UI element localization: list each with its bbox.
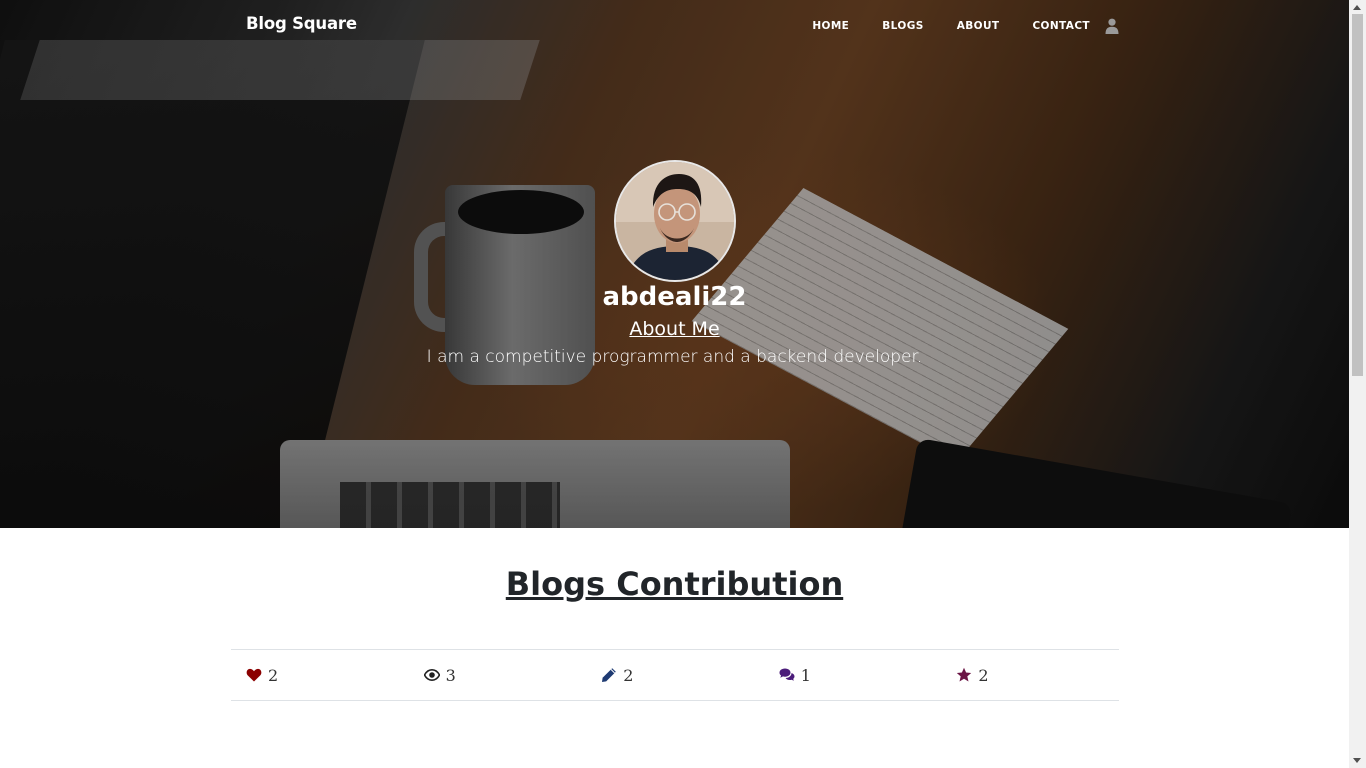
eye-icon [423, 668, 440, 682]
top-navbar: Blog Square HOME BLOGS ABOUT CONTACT [0, 0, 1349, 52]
scroll-up-arrow-icon[interactable] [1353, 5, 1361, 10]
scroll-thumb[interactable] [1352, 14, 1363, 376]
profile-section: abdeali22 About Me I am a competitive pr… [0, 160, 1349, 367]
stars-count: 2 [978, 665, 989, 685]
nav-blogs[interactable]: BLOGS [882, 20, 923, 32]
avatar-image [615, 162, 734, 280]
comments-icon [779, 668, 795, 681]
likes-count: 2 [268, 665, 279, 685]
stat-views: 3 [409, 666, 587, 685]
pencil-icon [602, 668, 616, 682]
nav-links: HOME BLOGS ABOUT CONTACT [779, 0, 1119, 52]
views-count: 3 [445, 665, 456, 685]
contribution-stats: 2 3 2 1 2 [231, 649, 1119, 701]
stat-stars: 2 [941, 666, 1119, 685]
nav-contact[interactable]: CONTACT [1032, 20, 1090, 32]
vertical-scrollbar[interactable] [1349, 0, 1366, 768]
star-icon [957, 667, 972, 682]
nav-about[interactable]: ABOUT [957, 20, 1000, 32]
heart-icon [246, 668, 262, 682]
user-icon[interactable] [1105, 18, 1119, 34]
profile-bio: I am a competitive programmer and a back… [426, 347, 923, 367]
profile-username: abdeali22 [602, 282, 747, 312]
posts-count: 2 [623, 665, 634, 685]
stat-comments: 1 [764, 666, 942, 685]
stat-likes: 2 [231, 666, 409, 685]
nav-home[interactable]: HOME [812, 20, 849, 32]
brand-logo[interactable]: Blog Square [246, 14, 357, 33]
avatar [613, 160, 736, 282]
about-me-link[interactable]: About Me [629, 318, 719, 340]
section-title: Blogs Contribution [505, 565, 844, 603]
stat-posts: 2 [586, 666, 764, 685]
comments-count: 1 [800, 665, 811, 685]
scroll-down-arrow-icon[interactable] [1353, 758, 1361, 763]
